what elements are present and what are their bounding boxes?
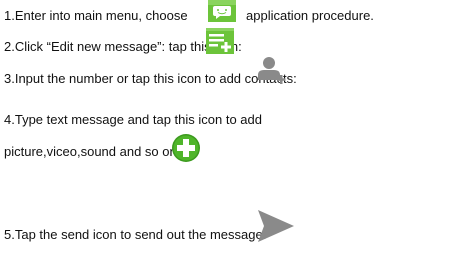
step-3-text: 3.Input the number or tap this icon to a… bbox=[4, 71, 297, 86]
messaging-app-icon bbox=[208, 0, 236, 22]
step-1-text-continued: application procedure. bbox=[246, 8, 374, 23]
add-contact-icon bbox=[256, 54, 288, 86]
edit-new-message-icon bbox=[206, 28, 234, 54]
step-5-text: 5.Tap the send icon to send out the mess… bbox=[4, 227, 267, 242]
step-4-text-continued: picture,viceo,sound and so on: bbox=[4, 144, 181, 159]
send-icon bbox=[254, 206, 296, 246]
add-attachment-icon bbox=[171, 133, 201, 163]
step-1-text: 1.Enter into main menu, choose bbox=[4, 8, 188, 23]
step-4-text: 4.Type text message and tap this icon to… bbox=[4, 112, 262, 127]
